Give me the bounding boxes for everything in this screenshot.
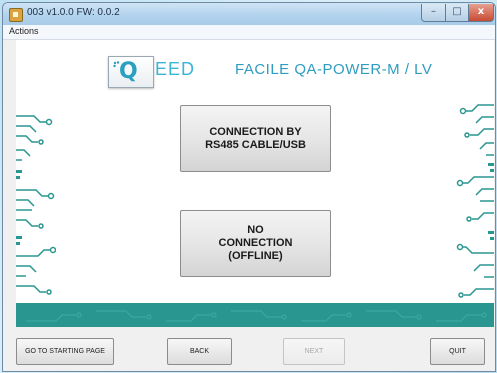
maximize-button[interactable]: □ bbox=[445, 4, 469, 22]
go-to-starting-page-button[interactable]: GO TO STARTING PAGE bbox=[16, 338, 114, 365]
offline-mode-button[interactable]: NO CONNECTION (OFFLINE) bbox=[180, 210, 331, 277]
connection-rs485-button[interactable]: CONNECTION BY RS485 CABLE/USB bbox=[180, 105, 331, 172]
app-icon bbox=[9, 8, 23, 22]
product-title: FACILE QA-POWER-M / LV bbox=[235, 61, 433, 78]
back-button[interactable]: BACK bbox=[167, 338, 232, 365]
close-button[interactable]: x bbox=[468, 4, 494, 22]
application-window: 003 v1.0.0 FW: 0.0.2 – □ x Actions Q EED… bbox=[2, 2, 496, 372]
connection-rs485-label: CONNECTION BY RS485 CABLE/USB bbox=[205, 125, 306, 151]
minimize-button[interactable]: – bbox=[421, 4, 446, 22]
circuit-decoration-left bbox=[16, 115, 56, 295]
navigation-footer: GO TO STARTING PAGE BACK NEXT QUIT bbox=[3, 328, 495, 371]
quit-button[interactable]: QUIT bbox=[430, 338, 485, 365]
next-button[interactable]: NEXT bbox=[283, 338, 345, 365]
qeed-logo: Q bbox=[108, 56, 154, 88]
menu-bar: Actions bbox=[3, 25, 495, 40]
window-title: 003 v1.0.0 FW: 0.0.2 bbox=[27, 7, 120, 18]
circuit-decoration-right bbox=[456, 104, 494, 298]
title-bar[interactable]: 003 v1.0.0 FW: 0.0.2 – □ x bbox=[3, 3, 495, 25]
menu-item-actions[interactable]: Actions bbox=[9, 26, 39, 36]
teal-circuit-band bbox=[16, 303, 494, 327]
logo-text: EED bbox=[155, 59, 196, 79]
main-panel: Q EED FACILE QA-POWER-M / LV CONNECTION … bbox=[16, 40, 494, 327]
offline-mode-label: NO CONNECTION (OFFLINE) bbox=[218, 224, 293, 262]
logo-letter: Q bbox=[119, 59, 138, 84]
